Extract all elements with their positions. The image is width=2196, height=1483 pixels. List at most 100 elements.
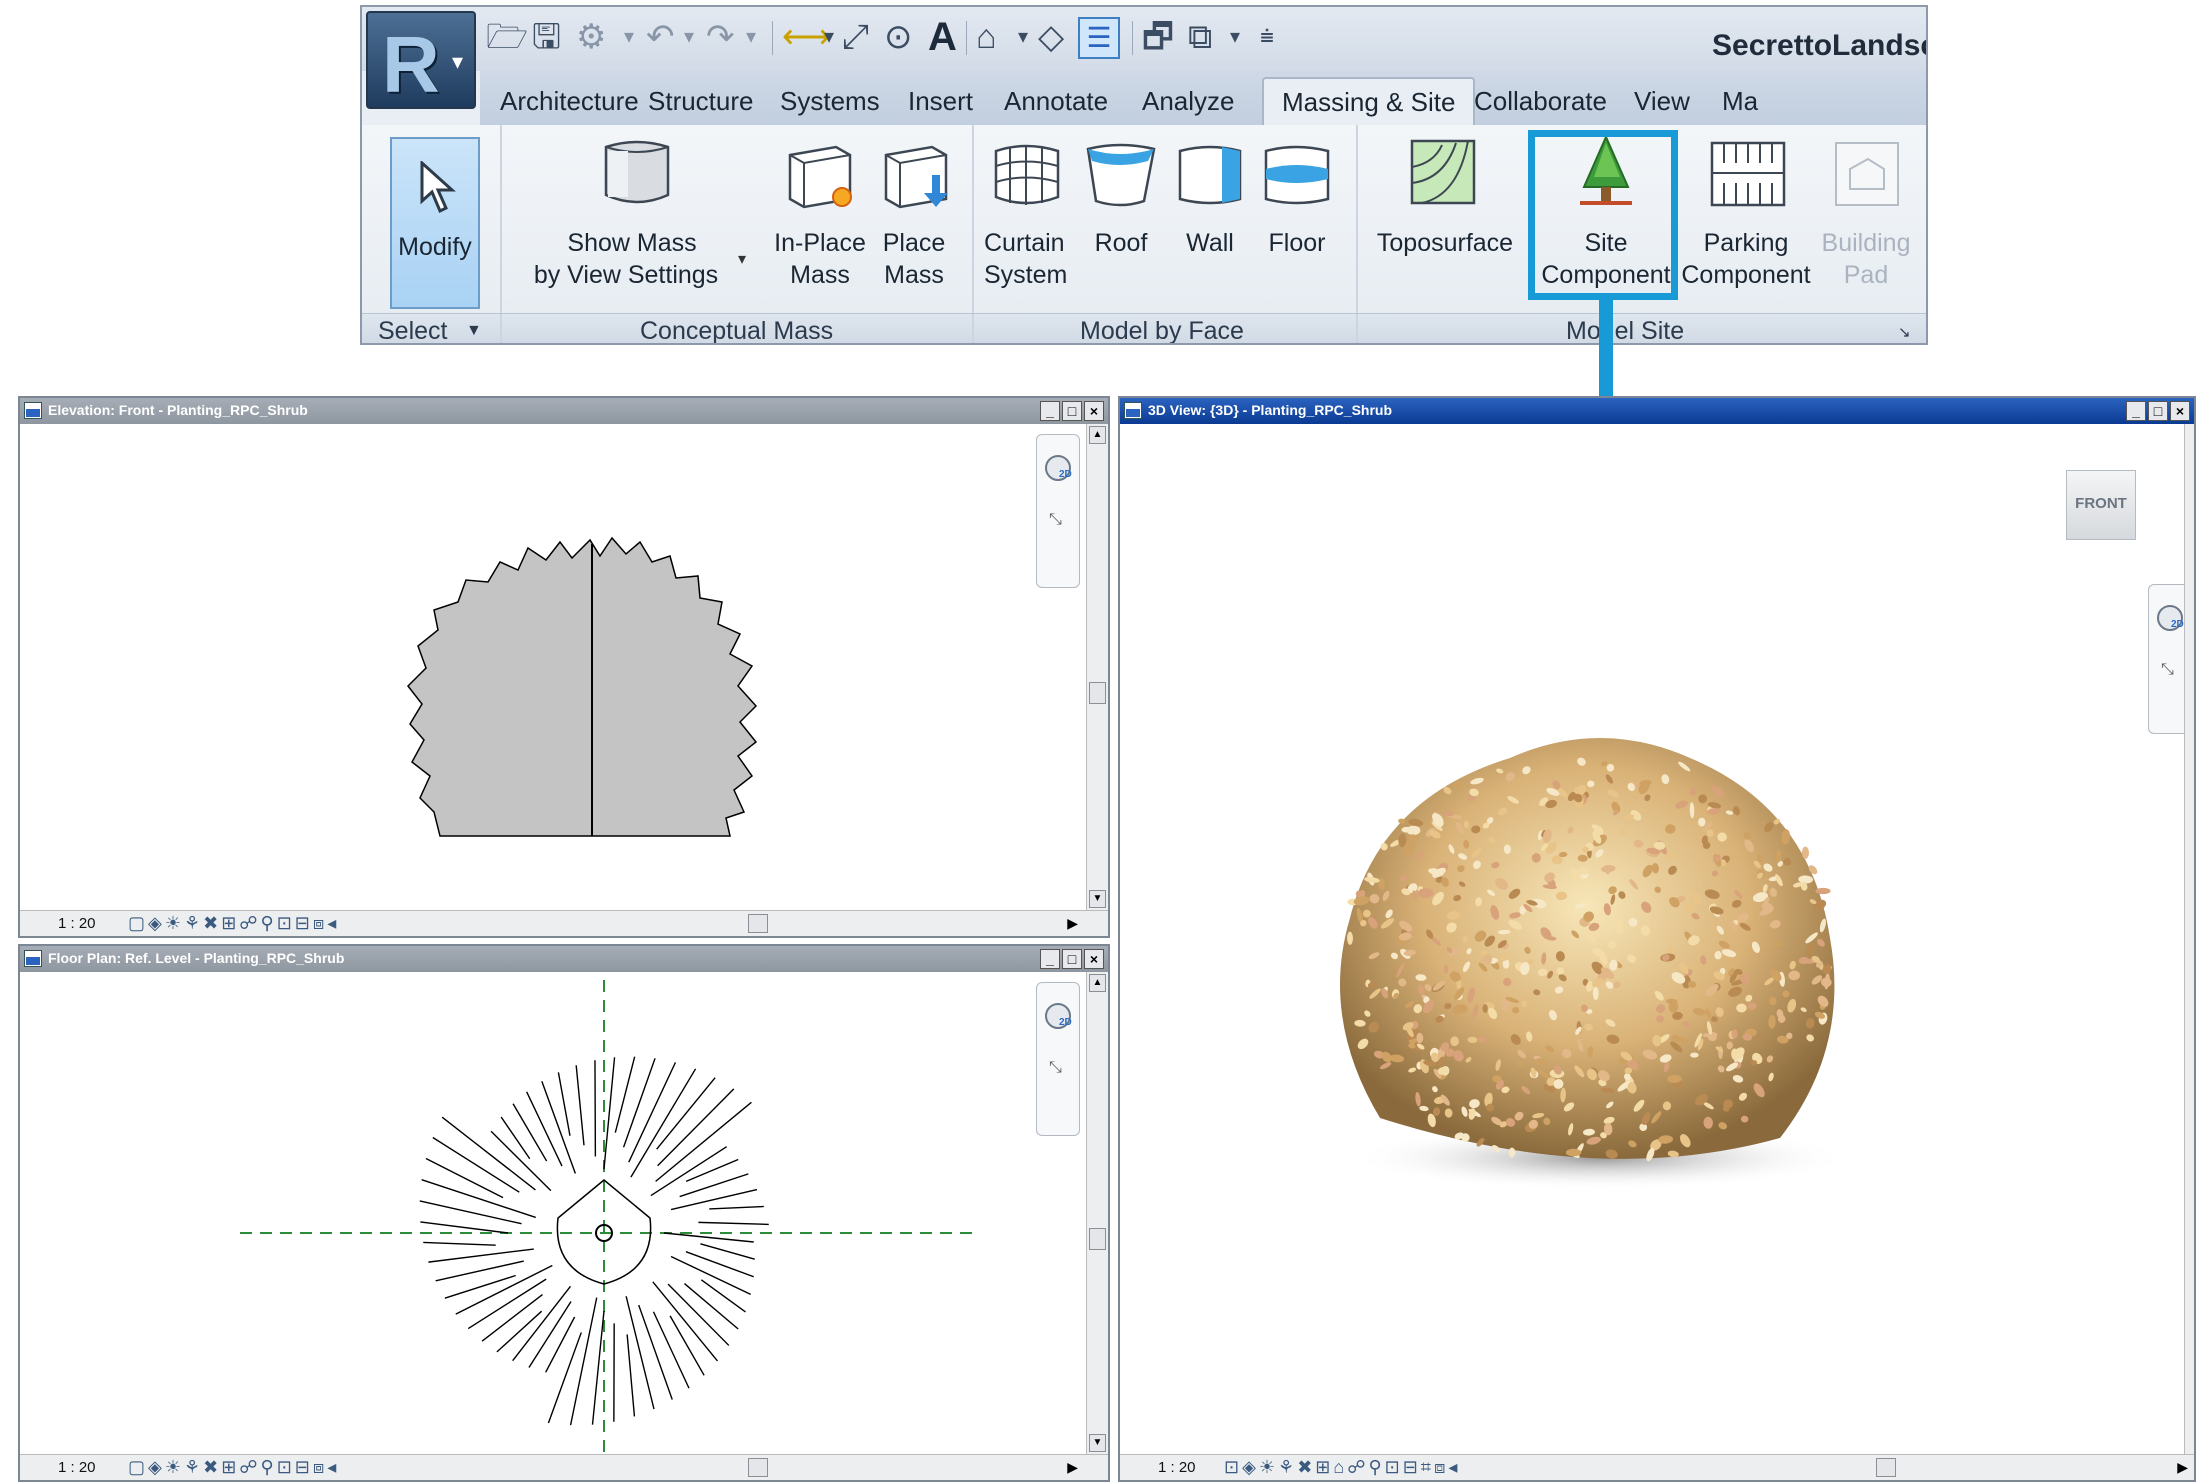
shrub-leaf: [1462, 935, 1468, 943]
tab-architecture[interactable]: Architecture: [500, 86, 639, 117]
maximize-icon[interactable]: □: [1062, 401, 1082, 421]
roof-by-face-button[interactable]: Roof: [1078, 125, 1164, 311]
maximize-icon[interactable]: □: [2148, 401, 2168, 421]
view-control-icons[interactable]: ▢◈☀⚘✖⊞☍⚲⊡⊟⧈◂: [128, 913, 339, 934]
show-mass-button[interactable]: Show Mass by View Settings ▾: [512, 125, 752, 311]
elevation-view[interactable]: Elevation: Front - Planting_RPC_Shrub _ □…: [18, 396, 1110, 938]
scroll-right-icon[interactable]: ▶: [2177, 1459, 2188, 1476]
view-control-icons[interactable]: ⊡◈☀⚘✖⊞⌂☍⚲⊡⊟⌗⧈◂: [1224, 1457, 1460, 1478]
default-3d-view-icon[interactable]: ⌂: [976, 19, 997, 55]
scroll-down-icon[interactable]: ▼: [1089, 890, 1106, 908]
vertical-scrollbar[interactable]: ▲ ▼: [1086, 424, 1108, 910]
toposurface-button[interactable]: Toposurface: [1366, 125, 1524, 311]
panel-select-label[interactable]: Select: [378, 317, 447, 343]
switch-windows-dropdown-icon[interactable]: ▾: [1230, 19, 1240, 55]
tag-icon[interactable]: ⊙: [884, 19, 913, 55]
place-mass-button[interactable]: Place Mass: [872, 125, 956, 311]
scroll-up-icon[interactable]: ▲: [1089, 426, 1106, 444]
plan-branch-stroke: [490, 1130, 552, 1192]
save-icon[interactable]: 🖫: [532, 19, 561, 55]
tab-analyze[interactable]: Analyze: [1142, 86, 1235, 117]
tab-view[interactable]: View: [1634, 86, 1690, 117]
tab-collaborate[interactable]: Collaborate: [1474, 86, 1607, 117]
floor-by-face-button[interactable]: Floor: [1254, 125, 1340, 311]
close-icon[interactable]: ×: [1084, 949, 1104, 969]
scroll-thumb[interactable]: [1089, 682, 1106, 704]
3d-view-title: 3D View: {3D} - Planting_RPC_Shrub: [1148, 402, 1393, 418]
tab-structure[interactable]: Structure: [648, 86, 754, 117]
tab-insert[interactable]: Insert: [908, 86, 973, 117]
plan-branch-stroke: [622, 1058, 656, 1148]
view-icon: [24, 950, 42, 967]
sync-dropdown-icon[interactable]: ▾: [624, 19, 634, 55]
aligned-dimension-icon[interactable]: ⤢: [842, 19, 869, 55]
floor-plan-view[interactable]: Floor Plan: Ref. Level - Planting_RPC_Sh…: [18, 944, 1110, 1482]
maximize-icon[interactable]: □: [1062, 949, 1082, 969]
application-menu-button[interactable]: R ▾: [366, 11, 476, 109]
dialog-launcher-icon[interactable]: ↘: [1898, 323, 1911, 341]
close-icon[interactable]: ×: [2170, 401, 2190, 421]
thin-lines-icon[interactable]: ☰: [1078, 17, 1120, 59]
zoom-icon[interactable]: ⤡: [1049, 511, 1062, 529]
viewcube[interactable]: FRONT: [2066, 470, 2136, 540]
close-hidden-windows-icon[interactable]: 🗗: [1142, 19, 1174, 55]
undo-dropdown-icon[interactable]: ▾: [684, 19, 694, 55]
3d-view-titlebar[interactable]: 3D View: {3D} - Planting_RPC_Shrub _ □ ×: [1120, 398, 2194, 424]
view-scale[interactable]: 1 : 20: [58, 915, 96, 932]
scroll-right-icon[interactable]: ▶: [1067, 915, 1078, 932]
open-icon[interactable]: 🗁: [486, 19, 528, 55]
vertical-scrollbar[interactable]: [2184, 424, 2194, 1454]
ribbon: 🗁 🖫 ⚙ ▾ ↶ ▾ ↷ ▾ ⟷ ▾ ⤢ ⊙ A ⌂ ▾ ◇ ☰ 🗗 ⧉ ▾ …: [360, 5, 1928, 345]
curtain-system-button[interactable]: Curtain System: [980, 125, 1076, 311]
minimize-icon[interactable]: _: [1040, 949, 1060, 969]
horizontal-scroll-thumb[interactable]: [1876, 1458, 1896, 1477]
steering-wheel-icon[interactable]: [2157, 605, 2184, 631]
chevron-down-icon[interactable]: ▼: [466, 322, 482, 340]
minimize-icon[interactable]: _: [1040, 401, 1060, 421]
close-icon[interactable]: ×: [1084, 401, 1104, 421]
minimize-icon[interactable]: _: [2126, 401, 2146, 421]
plan-branch-stroke: [547, 1332, 582, 1424]
parking-component-button[interactable]: Parking Component: [1680, 125, 1812, 311]
modify-button[interactable]: Modify: [390, 137, 480, 309]
in-place-mass-button[interactable]: In-Place Mass: [770, 125, 870, 311]
scroll-right-icon[interactable]: ▶: [1067, 1459, 1078, 1476]
tab-massing-and-site[interactable]: Massing & Site: [1262, 77, 1476, 129]
3d-view[interactable]: 3D View: {3D} - Planting_RPC_Shrub _ □ × F…: [1118, 396, 2196, 1482]
vertical-scrollbar[interactable]: ▲ ▼: [1086, 972, 1108, 1454]
undo-icon[interactable]: ↶: [646, 19, 675, 55]
horizontal-scroll-thumb[interactable]: [748, 1458, 768, 1477]
measure-dropdown-icon[interactable]: ▾: [824, 19, 834, 55]
tab-annotate[interactable]: Annotate: [1004, 86, 1108, 117]
steering-wheel-icon[interactable]: [1045, 455, 1072, 481]
view-control-icons[interactable]: ▢◈☀⚘✖⊞☍⚲⊡⊟⧈◂: [128, 1457, 339, 1478]
horizontal-scroll-thumb[interactable]: [748, 914, 768, 933]
scroll-up-icon[interactable]: ▲: [1089, 974, 1106, 992]
zoom-icon[interactable]: ⤡: [2161, 661, 2174, 679]
floor-plan-view-titlebar[interactable]: Floor Plan: Ref. Level - Planting_RPC_Sh…: [20, 946, 1108, 972]
customize-qat-icon[interactable]: ⩧: [1260, 19, 1274, 55]
scroll-thumb[interactable]: [1089, 1228, 1106, 1250]
3d-dropdown-icon[interactable]: ▾: [1018, 19, 1028, 55]
steering-wheel-icon[interactable]: [1045, 1003, 1072, 1029]
shrub-leaf: [1815, 887, 1831, 895]
wall-by-face-button[interactable]: Wall: [1168, 125, 1252, 311]
tab-systems[interactable]: Systems: [780, 86, 880, 117]
parking-label-1: Parking: [1703, 229, 1789, 257]
redo-icon[interactable]: ↷: [706, 19, 735, 55]
elevation-view-titlebar[interactable]: Elevation: Front - Planting_RPC_Shrub _ □…: [20, 398, 1108, 424]
view-scale[interactable]: 1 : 20: [58, 1459, 96, 1476]
chevron-down-icon: ▾: [738, 251, 747, 268]
building-pad-label-1: Building: [1821, 229, 1911, 257]
switch-windows-icon[interactable]: ⧉: [1188, 19, 1212, 55]
sync-icon[interactable]: ⚙: [576, 19, 606, 55]
plan-branch-stroke: [614, 1056, 636, 1133]
tab-manage[interactable]: Ma: [1722, 86, 1758, 117]
parking-icon: [1710, 141, 1786, 207]
redo-dropdown-icon[interactable]: ▾: [746, 19, 756, 55]
text-icon[interactable]: A: [928, 17, 957, 57]
section-icon[interactable]: ◇: [1038, 19, 1064, 55]
view-scale[interactable]: 1 : 20: [1158, 1459, 1196, 1476]
scroll-down-icon[interactable]: ▼: [1089, 1434, 1106, 1452]
zoom-icon[interactable]: ⤡: [1049, 1059, 1062, 1077]
